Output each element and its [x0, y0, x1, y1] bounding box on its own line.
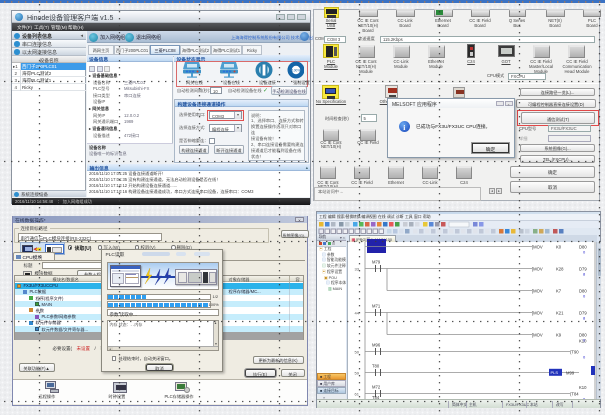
svg-text:0: 0: [583, 293, 586, 298]
svg-text:44: 44: [355, 310, 360, 315]
svg-text:(T84: (T84: [570, 391, 579, 396]
svg-text:PLS: PLS: [551, 370, 559, 375]
svg-text:M72: M72: [372, 384, 381, 389]
svg-text:M99: M99: [566, 370, 575, 375]
svg-text:M79: M79: [372, 259, 381, 264]
svg-text:K28: K28: [556, 266, 564, 271]
svg-text:50: 50: [355, 349, 360, 354]
svg-text:T80: T80: [372, 363, 380, 368]
svg-text:K10: K10: [579, 385, 587, 390]
svg-text:[MOV: [MOV: [532, 288, 543, 293]
svg-text:[MOV: [MOV: [532, 332, 543, 337]
svg-text:K21: K21: [556, 310, 564, 315]
svg-text:100%: 100%: [292, 69, 300, 73]
svg-text:59: 59: [355, 370, 360, 375]
svg-text:8: 8: [583, 315, 586, 320]
svg-text:33: 33: [355, 266, 360, 271]
svg-text:K9: K9: [556, 332, 562, 337]
svg-text:(T90: (T90: [570, 349, 579, 354]
svg-text:M96: M96: [372, 342, 381, 347]
svg-text:0: 0: [583, 249, 586, 254]
svg-text:61: 61: [355, 391, 360, 396]
svg-text:K0: K0: [556, 244, 562, 249]
svg-text:[MOV: [MOV: [532, 310, 543, 315]
svg-text:[MOV: [MOV: [532, 244, 543, 249]
svg-text:[MOV: [MOV: [532, 266, 543, 271]
svg-text:M71: M71: [372, 303, 381, 308]
svg-text:8: 8: [583, 271, 586, 276]
svg-text:0: 0: [583, 354, 586, 359]
svg-text:K7: K7: [556, 288, 562, 293]
